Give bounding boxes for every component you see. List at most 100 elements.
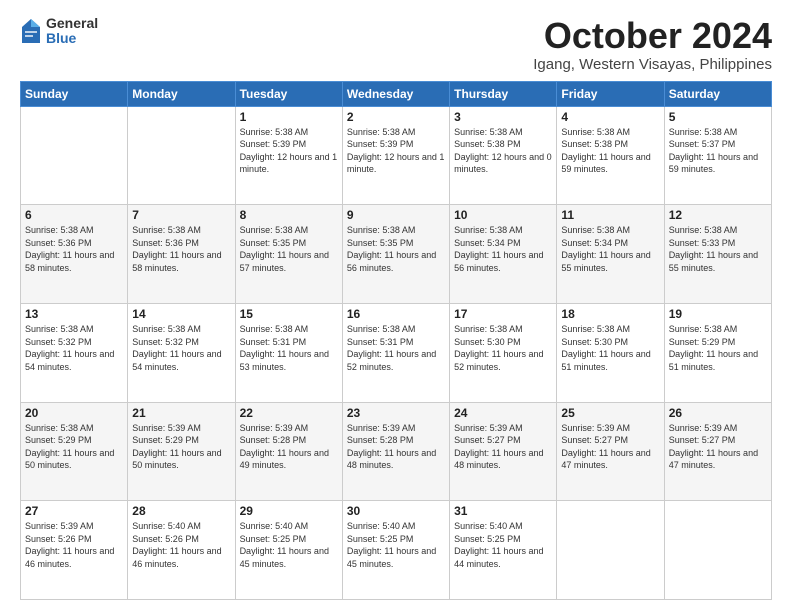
calendar-week-row: 6 Sunrise: 5:38 AM Sunset: 5:36 PM Daylig…	[21, 205, 772, 304]
day-info: Sunrise: 5:40 AM Sunset: 5:26 PM Dayligh…	[132, 520, 230, 570]
day-number: 10	[454, 208, 552, 222]
day-number: 24	[454, 406, 552, 420]
day-info: Sunrise: 5:39 AM Sunset: 5:27 PM Dayligh…	[454, 422, 552, 472]
logo-text: General Blue	[46, 16, 98, 47]
table-row: 1 Sunrise: 5:38 AM Sunset: 5:39 PM Daylig…	[235, 106, 342, 205]
table-row: 8 Sunrise: 5:38 AM Sunset: 5:35 PM Daylig…	[235, 205, 342, 304]
day-number: 21	[132, 406, 230, 420]
day-info: Sunrise: 5:38 AM Sunset: 5:34 PM Dayligh…	[561, 224, 659, 274]
table-row: 31Sunrise: 5:40 AM Sunset: 5:25 PM Dayli…	[450, 501, 557, 600]
day-number: 4	[561, 110, 659, 124]
day-info: Sunrise: 5:38 AM Sunset: 5:35 PM Dayligh…	[347, 224, 445, 274]
header: General Blue October 2024 Igang, Western…	[20, 16, 772, 73]
table-row: 23Sunrise: 5:39 AM Sunset: 5:28 PM Dayli…	[342, 402, 449, 501]
day-number: 11	[561, 208, 659, 222]
day-number: 20	[25, 406, 123, 420]
day-number: 13	[25, 307, 123, 321]
day-number: 2	[347, 110, 445, 124]
table-row: 28 Sunrise: 5:40 AM Sunset: 5:26 PM Dayli…	[128, 501, 235, 600]
day-number: 27	[25, 504, 123, 518]
col-thursday: Thursday	[450, 81, 557, 106]
table-row: 15 Sunrise: 5:38 AM Sunset: 5:31 PM Dayli…	[235, 303, 342, 402]
table-row: 7 Sunrise: 5:38 AM Sunset: 5:36 PM Daylig…	[128, 205, 235, 304]
day-number: 6	[25, 208, 123, 222]
day-number: 15	[240, 307, 338, 321]
day-number: 8	[240, 208, 338, 222]
calendar-table: Sunday Monday Tuesday Wednesday Thursday…	[20, 81, 772, 600]
day-info: Sunrise: 5:38 AM Sunset: 5:29 PM Dayligh…	[25, 422, 123, 472]
col-tuesday: Tuesday	[235, 81, 342, 106]
day-number: 16	[347, 307, 445, 321]
calendar-week-row: 13 Sunrise: 5:38 AM Sunset: 5:32 PM Dayli…	[21, 303, 772, 402]
day-number: 29	[240, 504, 338, 518]
table-row: 21Sunrise: 5:39 AM Sunset: 5:29 PM Dayli…	[128, 402, 235, 501]
day-info: Sunrise: 5:38 AM Sunset: 5:37 PM Dayligh…	[669, 126, 767, 176]
day-info: Sunrise: 5:38 AM Sunset: 5:36 PM Dayligh…	[132, 224, 230, 274]
day-number: 14	[132, 307, 230, 321]
table-row: 10 Sunrise: 5:38 AM Sunset: 5:34 PM Dayli…	[450, 205, 557, 304]
day-number: 9	[347, 208, 445, 222]
table-row: 6 Sunrise: 5:38 AM Sunset: 5:36 PM Daylig…	[21, 205, 128, 304]
calendar-week-row: 27 Sunrise: 5:39 AM Sunset: 5:26 PM Dayli…	[21, 501, 772, 600]
calendar-week-row: 20 Sunrise: 5:38 AM Sunset: 5:29 PM Dayli…	[21, 402, 772, 501]
day-number: 17	[454, 307, 552, 321]
day-number: 30	[347, 504, 445, 518]
table-row: 4 Sunrise: 5:38 AM Sunset: 5:38 PM Daylig…	[557, 106, 664, 205]
table-row: 17Sunrise: 5:38 AM Sunset: 5:30 PM Dayli…	[450, 303, 557, 402]
day-number: 1	[240, 110, 338, 124]
logo: General Blue	[20, 16, 98, 47]
col-wednesday: Wednesday	[342, 81, 449, 106]
table-row	[664, 501, 771, 600]
day-info: Sunrise: 5:38 AM Sunset: 5:39 PM Dayligh…	[347, 126, 445, 176]
logo-icon	[20, 17, 42, 45]
day-info: Sunrise: 5:39 AM Sunset: 5:27 PM Dayligh…	[561, 422, 659, 472]
table-row: 5 Sunrise: 5:38 AM Sunset: 5:37 PM Daylig…	[664, 106, 771, 205]
table-row: 25Sunrise: 5:39 AM Sunset: 5:27 PM Dayli…	[557, 402, 664, 501]
table-row: 30Sunrise: 5:40 AM Sunset: 5:25 PM Dayli…	[342, 501, 449, 600]
table-row: 3Sunrise: 5:38 AM Sunset: 5:38 PM Daylig…	[450, 106, 557, 205]
day-info: Sunrise: 5:38 AM Sunset: 5:31 PM Dayligh…	[347, 323, 445, 373]
day-number: 26	[669, 406, 767, 420]
day-info: Sunrise: 5:39 AM Sunset: 5:26 PM Dayligh…	[25, 520, 123, 570]
day-number: 19	[669, 307, 767, 321]
table-row: 12Sunrise: 5:38 AM Sunset: 5:33 PM Dayli…	[664, 205, 771, 304]
calendar-header-row: Sunday Monday Tuesday Wednesday Thursday…	[21, 81, 772, 106]
calendar-title: October 2024	[533, 16, 772, 56]
table-row: 18Sunrise: 5:38 AM Sunset: 5:30 PM Dayli…	[557, 303, 664, 402]
table-row: 2 Sunrise: 5:38 AM Sunset: 5:39 PM Daylig…	[342, 106, 449, 205]
table-row	[128, 106, 235, 205]
table-row: 13Sunrise: 5:38 AM Sunset: 5:32 PM Dayli…	[21, 303, 128, 402]
day-info: Sunrise: 5:38 AM Sunset: 5:38 PM Dayligh…	[561, 126, 659, 176]
day-number: 31	[454, 504, 552, 518]
day-info: Sunrise: 5:38 AM Sunset: 5:35 PM Dayligh…	[240, 224, 338, 274]
day-info: Sunrise: 5:39 AM Sunset: 5:28 PM Dayligh…	[240, 422, 338, 472]
title-block: October 2024 Igang, Western Visayas, Phi…	[533, 16, 772, 73]
day-info: Sunrise: 5:38 AM Sunset: 5:38 PM Dayligh…	[454, 126, 552, 176]
day-number: 12	[669, 208, 767, 222]
day-info: Sunrise: 5:38 AM Sunset: 5:31 PM Dayligh…	[240, 323, 338, 373]
day-info: Sunrise: 5:38 AM Sunset: 5:34 PM Dayligh…	[454, 224, 552, 274]
day-number: 5	[669, 110, 767, 124]
day-info: Sunrise: 5:40 AM Sunset: 5:25 PM Dayligh…	[240, 520, 338, 570]
day-number: 22	[240, 406, 338, 420]
day-number: 28	[132, 504, 230, 518]
day-number: 7	[132, 208, 230, 222]
day-info: Sunrise: 5:38 AM Sunset: 5:29 PM Dayligh…	[669, 323, 767, 373]
table-row: 20 Sunrise: 5:38 AM Sunset: 5:29 PM Dayli…	[21, 402, 128, 501]
table-row: 29 Sunrise: 5:40 AM Sunset: 5:25 PM Dayli…	[235, 501, 342, 600]
table-row: 14 Sunrise: 5:38 AM Sunset: 5:32 PM Dayli…	[128, 303, 235, 402]
table-row	[21, 106, 128, 205]
day-info: Sunrise: 5:38 AM Sunset: 5:32 PM Dayligh…	[132, 323, 230, 373]
table-row: 11 Sunrise: 5:38 AM Sunset: 5:34 PM Dayli…	[557, 205, 664, 304]
table-row: 19 Sunrise: 5:38 AM Sunset: 5:29 PM Dayli…	[664, 303, 771, 402]
logo-blue-label: Blue	[46, 31, 98, 46]
col-sunday: Sunday	[21, 81, 128, 106]
day-info: Sunrise: 5:39 AM Sunset: 5:28 PM Dayligh…	[347, 422, 445, 472]
logo-general-label: General	[46, 16, 98, 31]
day-info: Sunrise: 5:38 AM Sunset: 5:36 PM Dayligh…	[25, 224, 123, 274]
day-number: 18	[561, 307, 659, 321]
page: General Blue October 2024 Igang, Western…	[0, 0, 792, 612]
day-info: Sunrise: 5:38 AM Sunset: 5:39 PM Dayligh…	[240, 126, 338, 176]
col-friday: Friday	[557, 81, 664, 106]
col-saturday: Saturday	[664, 81, 771, 106]
